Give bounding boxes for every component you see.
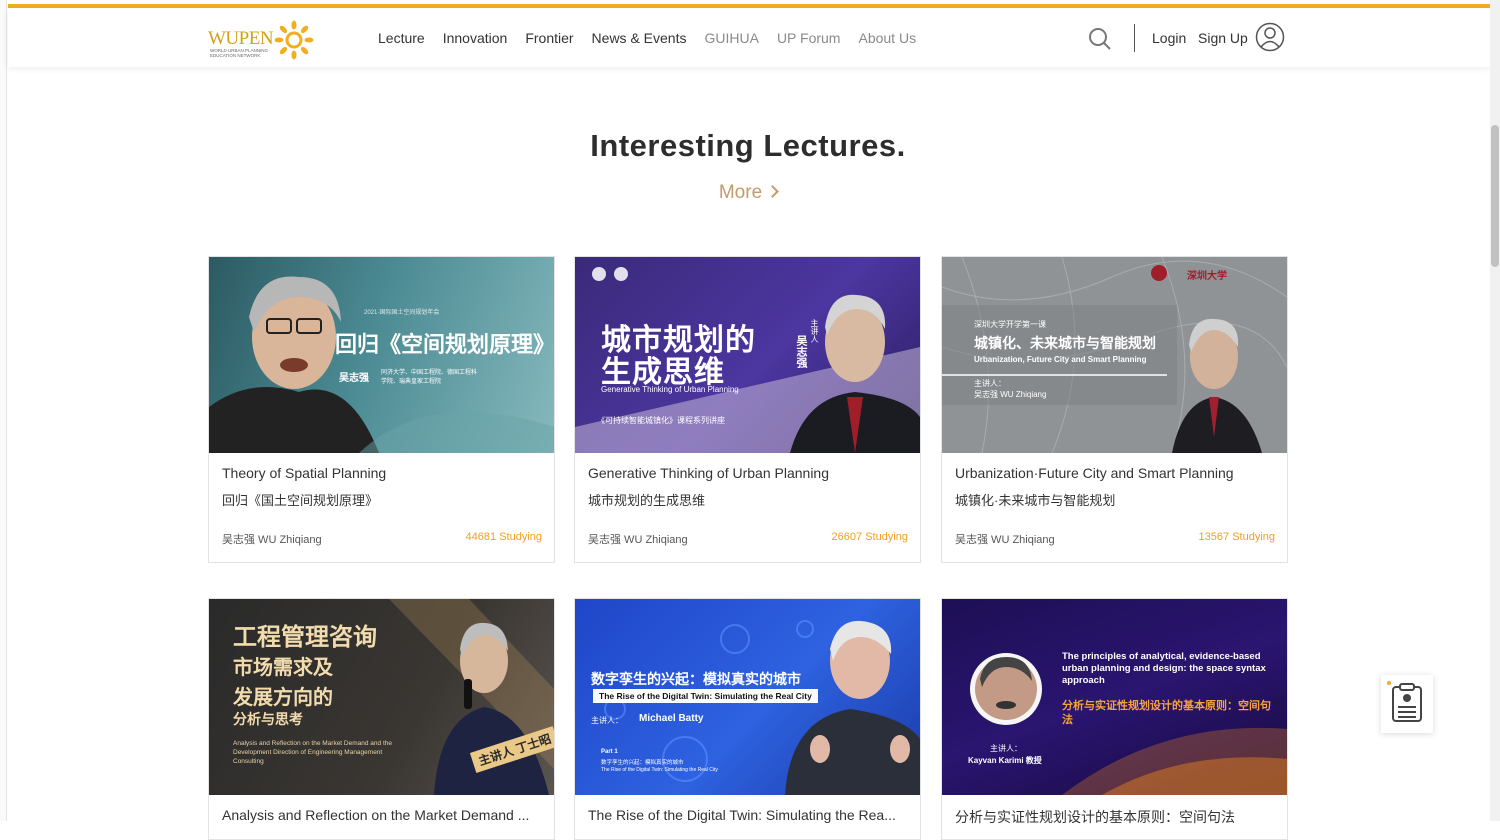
thumb-headline: 城镇化、未来城市与智能规划 — [974, 335, 1156, 351]
thumb-english: Generative Thinking of Urban Planning — [601, 385, 739, 394]
thumb-kicker: 深圳大学开学第一课 — [974, 320, 1046, 329]
nav-about-us[interactable]: About Us — [858, 30, 916, 46]
thumb-english: Analysis and Reflection on the Market De… — [233, 740, 392, 765]
thumb-chinese: 分析与实证性规划设计的基本原则：空间句法 — [1062, 700, 1271, 726]
lecture-thumbnail: The principles of analytical, evidence-b… — [942, 599, 1287, 795]
lecture-thumbnail: 城市规划的 生成思维 Generative Thinking of Urban … — [575, 257, 920, 453]
search-icon[interactable] — [1088, 27, 1112, 51]
site-header: WUPEN WORLD URBAN PLANNING EDUCATION NET… — [8, 8, 1490, 67]
thumb-series: 《可持续智能城镇化》课程系列讲座 — [597, 416, 725, 425]
thumb-speaker-label: 主讲人： — [591, 716, 623, 725]
more-label: More — [718, 182, 763, 203]
lecture-card[interactable]: The principles of analytical, evidence-b… — [941, 598, 1288, 840]
thumb-speaker-label: 主讲人： — [974, 379, 1006, 388]
card-title: 分析与实证性规划设计的基本原则：空间句法 — [955, 809, 1235, 825]
thumb-speaker-label: 主讲人： — [990, 744, 1022, 753]
logo-wordmark: WUPEN — [208, 28, 274, 49]
nav-frontier[interactable]: Frontier — [525, 30, 573, 46]
user-avatar-icon[interactable] — [1255, 22, 1285, 52]
thumb-speaker-note: 同济大学、中国工程院、德国工程科学院、瑞典皇家工程院 — [381, 370, 478, 385]
lecture-card[interactable]: 2021·国际国土空间规划年会 回归《空间规划原理》 吴志强 同济大学、中国工程… — [208, 256, 555, 563]
card-title: Urbanization·Future City and Smart Plann… — [955, 465, 1234, 481]
card-title: Generative Thinking of Urban Planning — [588, 465, 830, 481]
thumb-speaker-label: 主讲人 — [810, 319, 819, 343]
notification-dot — [1387, 681, 1391, 685]
card-studying-count: 13567 Studying — [1198, 531, 1275, 543]
card-studying-count: 44681 Studying — [465, 531, 542, 543]
thumb-part-en: The Rise of the Digital Twin: Simulating… — [601, 767, 718, 773]
thumb-headline: 回归《空间规划原理》 — [335, 332, 554, 357]
thumb-line3: 发展方向的 — [233, 687, 333, 709]
section-title: Interesting Lectures. — [590, 128, 906, 163]
card-author: 吴志强 WU Zhiqiang — [222, 534, 322, 546]
nav-lecture[interactable]: Lecture — [378, 30, 425, 46]
thumb-speaker-name: Michael Batty — [639, 713, 704, 724]
lecture-card[interactable]: 工程管理咨询 市场需求及 发展方向的 分析与思考 Analysis and Re… — [208, 598, 555, 840]
card-author: 吴志强 WU Zhiqiang — [955, 534, 1055, 546]
card-subtitle: 回归《国土空间规划原理》 — [222, 493, 379, 508]
thumb-speaker-name: 吴志强 — [339, 373, 369, 384]
nav-up-forum[interactable]: UP Forum — [777, 30, 841, 46]
card-studying-count: 26607 Studying — [831, 531, 908, 543]
thumb-line1: 工程管理咨询 — [233, 624, 377, 651]
thumb-speaker-name: 吴志强 — [795, 335, 807, 368]
page-scrollbar[interactable] — [1490, 0, 1500, 821]
nav-news-events[interactable]: News & Events — [592, 30, 687, 46]
thumb-english: The Rise of the Digital Twin: Simulating… — [593, 689, 818, 703]
thumb-university: 深圳大学 — [1187, 271, 1227, 282]
lecture-card[interactable]: 城市规划的 生成思维 Generative Thinking of Urban … — [574, 256, 921, 563]
lecture-thumbnail: 数字孪生的兴起：模拟真实的城市 The Rise of the Digital … — [575, 599, 920, 795]
logo-subtitle: WORLD URBAN PLANNING EDUCATION NETWORK — [210, 48, 269, 58]
lecture-card[interactable]: 数字孪生的兴起：模拟真实的城市 The Rise of the Digital … — [574, 598, 921, 840]
thumb-speaker-name: 吴志强 WU Zhiqiang — [974, 390, 1047, 399]
thumb-english: The principles of analytical, evidence-b… — [1062, 651, 1266, 686]
lecture-thumbnail: 工程管理咨询 市场需求及 发展方向的 分析与思考 Analysis and Re… — [209, 599, 554, 795]
signup-link[interactable]: Sign Up — [1198, 30, 1248, 46]
thumb-topline: 2021·国际国土空间规划年会 — [364, 310, 440, 316]
thumb-headline: 数字孪生的兴起：模拟真实的城市 — [591, 671, 801, 687]
login-link[interactable]: Login — [1152, 30, 1186, 46]
nav-guihua[interactable]: GUIHUA — [704, 30, 758, 46]
thumb-line4: 分析与思考 — [233, 711, 303, 727]
card-subtitle: 城市规划的生成思维 — [588, 493, 706, 508]
thumb-part: Part 1 — [601, 749, 618, 755]
lecture-card[interactable]: 深圳大学 深圳大学开学第一课 城镇化、未来城市与智能规划 Urbanizatio… — [941, 256, 1288, 563]
card-author: 吴志强 WU Zhiqiang — [588, 534, 688, 546]
lecture-thumbnail: 深圳大学 深圳大学开学第一课 城镇化、未来城市与智能规划 Urbanizatio… — [942, 257, 1287, 453]
chevron-right-icon — [766, 185, 780, 198]
lecture-thumbnail: 2021·国际国土空间规划年会 回归《空间规划原理》 吴志强 同济大学、中国工程… — [209, 257, 554, 453]
thumb-line2: 市场需求及 — [233, 657, 333, 679]
card-subtitle: 城镇化·未来城市与智能规划 — [955, 493, 1116, 508]
more-link[interactable]: More — [0, 182, 1496, 204]
thumb-speaker-name: Kayvan Karimi 教授 — [968, 756, 1042, 765]
feedback-button[interactable] — [1381, 675, 1433, 733]
nav-innovation[interactable]: Innovation — [443, 30, 508, 46]
thumb-part-cn: 数字孪生的兴起：模拟真实的城市 — [601, 760, 684, 766]
card-title: Theory of Spatial Planning — [222, 465, 387, 481]
window-left-edge — [0, 0, 7, 821]
main-nav: Lecture Innovation Frontier News & Event… — [378, 30, 916, 46]
thumb-english: Urbanization, Future City and Smart Plan… — [974, 355, 1147, 364]
scrollbar-thumb[interactable] — [1491, 125, 1499, 267]
header-divider — [1134, 24, 1135, 52]
wupen-logo[interactable]: WUPEN WORLD URBAN PLANNING EDUCATION NET… — [208, 16, 318, 60]
sun-logo-icon — [274, 20, 314, 60]
